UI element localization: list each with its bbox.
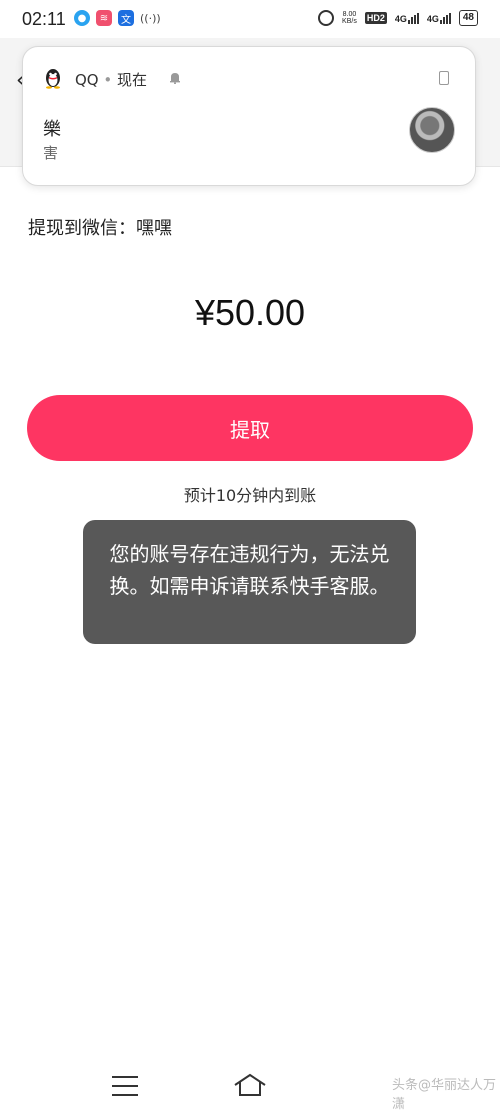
home-icon[interactable] [232,1072,268,1098]
notification-sender: 樂 [43,119,61,140]
status-indicators: 8.00 KB/s HD2 4G 4G 48 [318,10,478,26]
qq-notification[interactable]: QQ • 现在 樂 害 [22,46,476,186]
network-indicator-2: 4G [427,12,451,24]
collapse-icon[interactable] [439,71,449,85]
alarm-icon [318,10,335,26]
notification-message: 害 [43,144,59,162]
notification-time: 现在 [117,71,148,89]
notification-separator: • [103,71,113,89]
status-bar: 02:11 ● ≋ 文 ((·)) 8.00 KB/s HD2 4G 4G 48 [0,0,500,38]
system-nav-bar: 头条@华丽达人万潇 [0,1060,500,1115]
signal-bars-icon [407,12,419,24]
notification-header: QQ • 现在 [75,69,147,90]
bell-icon [170,73,180,84]
battery-icon: 48 [458,10,478,26]
notification-app-name: QQ [75,71,99,89]
arrival-estimate: 预计10分钟内到账 [183,486,317,505]
status-app-icons: ● ≋ 文 ((·)) [74,10,161,26]
error-toast: 您的账号存在违规行为，无法兑换。如需申诉请联系快手客服。 [83,520,416,644]
status-time: 02:11 [22,9,66,29]
hd-badge: HD2 [364,12,387,24]
menu-icon[interactable] [112,1076,138,1103]
network-indicator-1: 4G [395,12,419,24]
withdraw-amount: ¥50.00 [194,292,306,333]
withdraw-destination: 提现到微信：嘿嘿 [28,218,172,239]
qq-icon: ● [74,10,90,26]
withdraw-button[interactable]: 提取 [27,395,473,461]
watermark: 头条@华丽达人万潇 [392,1078,497,1112]
red-app-icon: ≋ [96,10,112,26]
avatar [409,107,455,153]
signal-bars-icon [439,12,451,24]
hotspot-icon: ((·)) [140,11,161,25]
net-speed: 8.00 KB/s [342,11,357,25]
translate-app-icon: 文 [118,10,134,26]
qq-penguin-icon [46,69,60,89]
